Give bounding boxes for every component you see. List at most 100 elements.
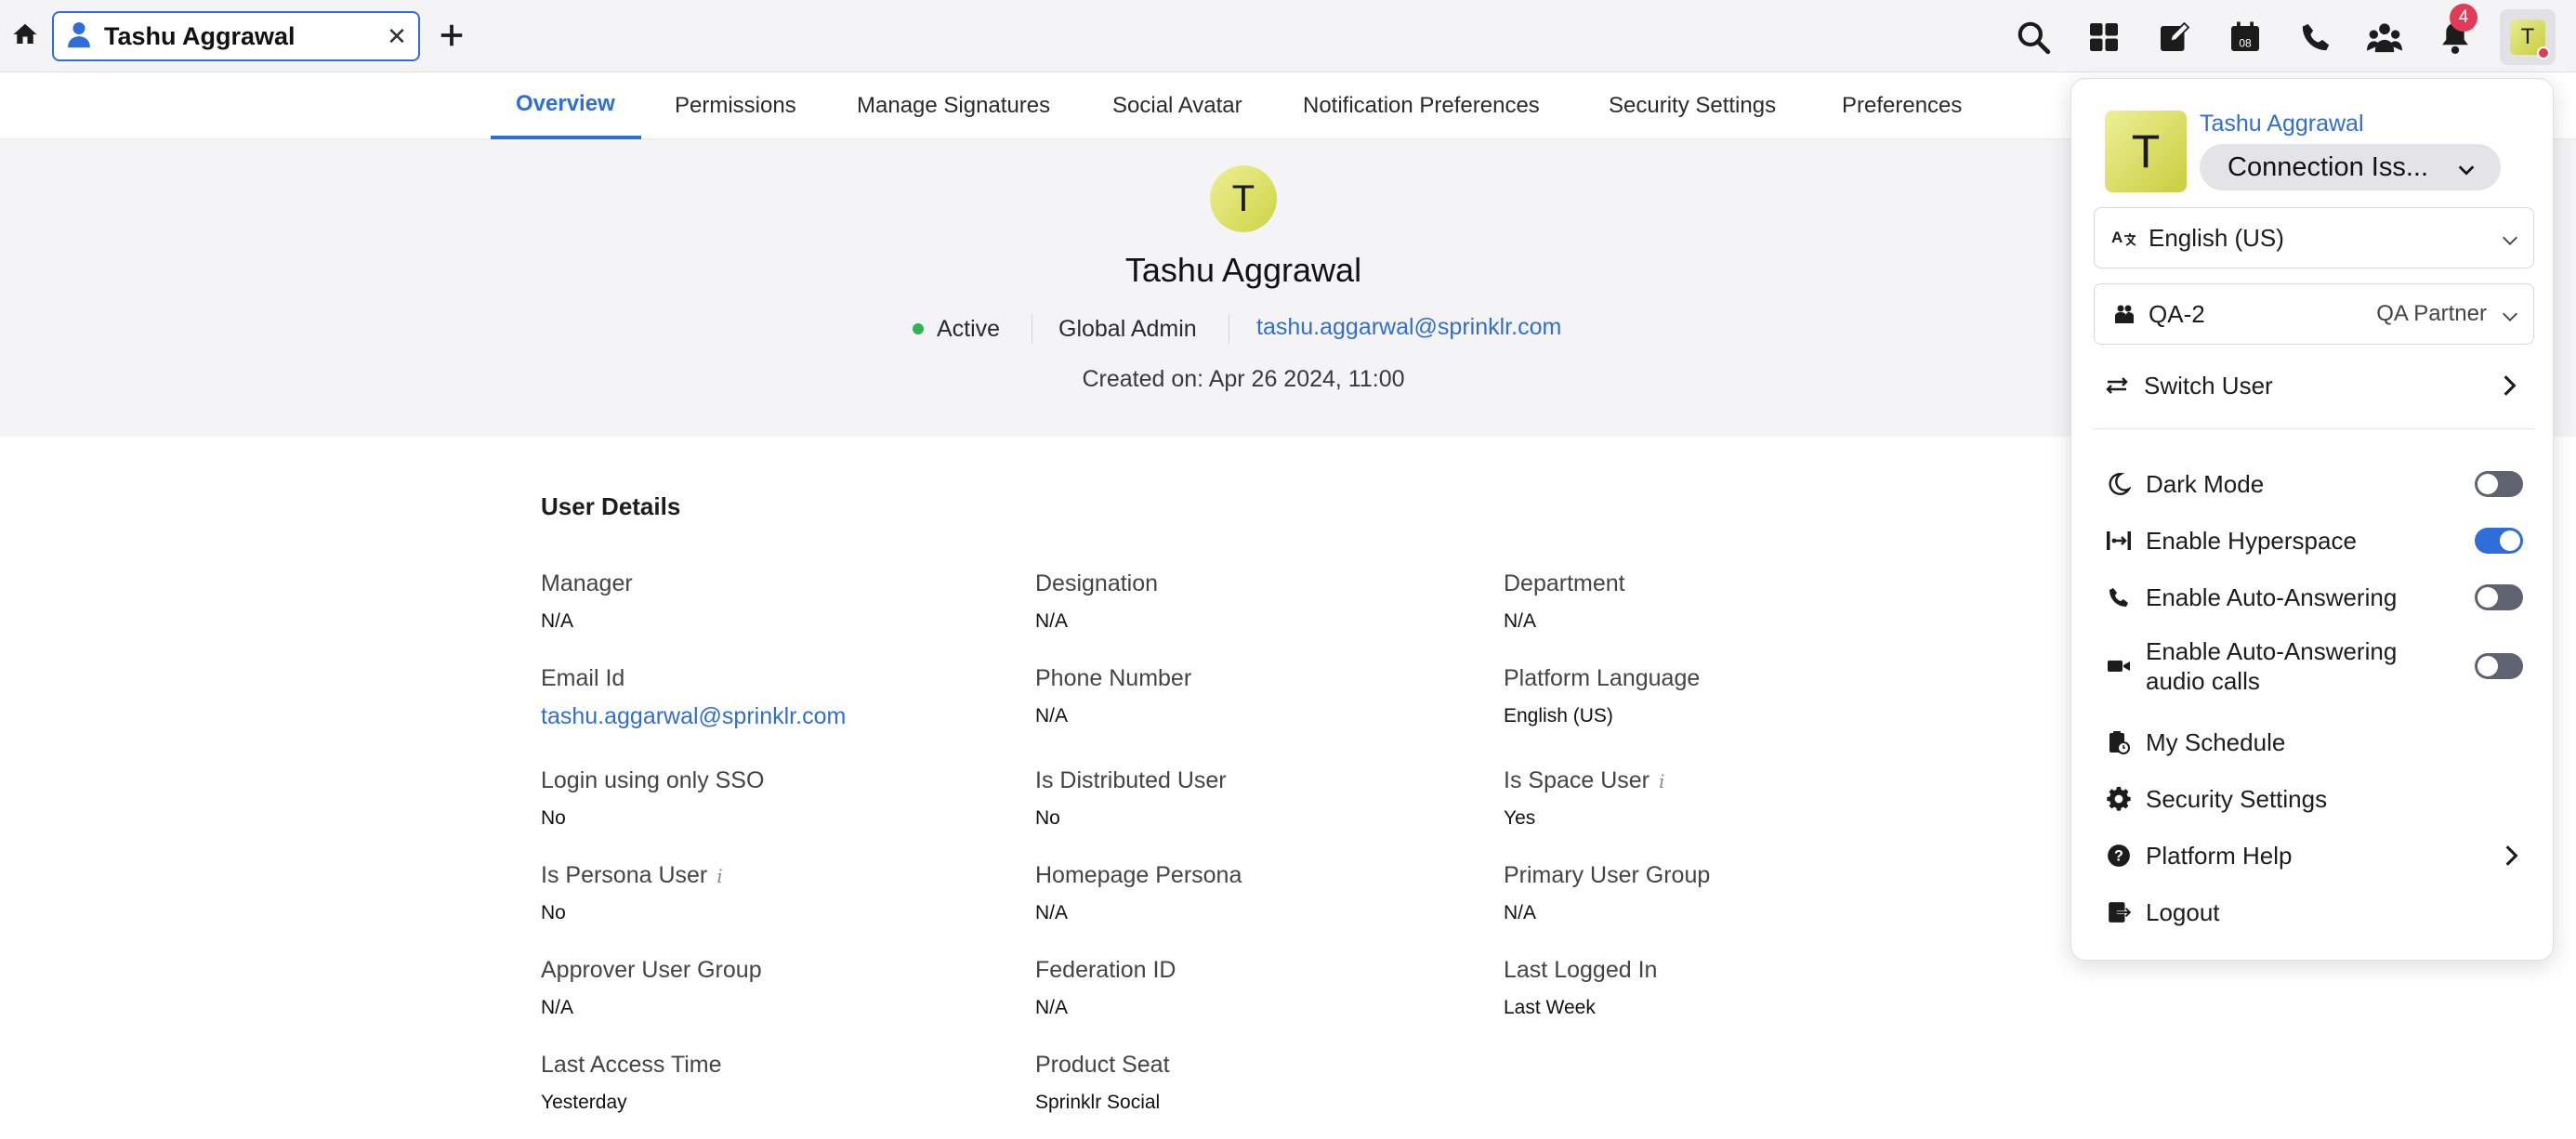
tab-label: Tashu Aggrawal: [104, 21, 296, 50]
status-label: Connection Iss...: [2228, 151, 2428, 182]
status-text: Active: [937, 315, 1001, 342]
auto-answering-audio-label: Enable Auto-Answering audio calls: [2146, 636, 2397, 696]
schedule-icon: [2105, 728, 2133, 756]
calendar-icon[interactable]: 08: [2225, 17, 2266, 58]
tab-security-settings[interactable]: Security Settings: [1609, 72, 1776, 139]
platform-help-item[interactable]: ? Platform Help: [2105, 835, 2523, 876]
switch-user-item[interactable]: Switch User: [2103, 365, 2521, 406]
chevron-right-icon: [2497, 373, 2521, 405]
switch-icon: [2103, 372, 2131, 399]
auto-answering-audio-item[interactable]: Enable Auto-Answering audio calls: [2105, 633, 2523, 700]
phone-icon: [2105, 583, 2133, 611]
field-department: Department N/A: [1504, 570, 1625, 633]
dark-mode-item[interactable]: Dark Mode: [2105, 464, 2523, 504]
auto-answering-audio-toggle[interactable]: [2475, 653, 2523, 679]
moon-icon: [2105, 470, 2133, 498]
workspace-select[interactable]: QA-2 QA Partner: [2094, 283, 2534, 345]
auto-answering-item[interactable]: Enable Auto-Answering: [2105, 577, 2523, 618]
translate-icon: A: [2111, 225, 2137, 251]
gear-icon: [2105, 785, 2133, 813]
video-camera-icon: [2105, 652, 2133, 680]
apps-grid-icon[interactable]: [2083, 17, 2124, 58]
chevron-down-icon: [2456, 157, 2477, 188]
my-schedule-label: My Schedule: [2146, 727, 2286, 756]
auto-answering-toggle[interactable]: [2475, 584, 2523, 610]
field-value: N/A: [1035, 997, 1069, 1018]
field-label-text: Is Space User: [1504, 767, 1650, 793]
language-select[interactable]: A English (US): [2094, 207, 2534, 268]
chevron-down-icon: [2500, 229, 2520, 257]
language-value: English (US): [2149, 223, 2284, 252]
field-persona-user: Is Persona User i No: [541, 862, 723, 924]
field-product-seat: Product Seat Sprinklr Social: [1035, 1052, 1170, 1114]
info-icon[interactable]: i: [1659, 770, 1664, 792]
hyperspace-item[interactable]: Enable Hyperspace: [2105, 520, 2523, 561]
logout-item[interactable]: Logout: [2105, 892, 2523, 933]
platform-help-label: Platform Help: [2146, 841, 2293, 870]
field-label: Department: [1504, 570, 1625, 596]
field-label: Approver User Group: [541, 957, 762, 983]
auto-answering-audio-line-1: Enable Auto-Answering: [2146, 637, 2398, 665]
field-label: Email Id: [541, 665, 625, 691]
field-label-text: Is Persona User: [541, 862, 708, 888]
status-dot: [913, 323, 924, 334]
workspace-value: QA-2: [2149, 299, 2205, 328]
field-value: Last Week: [1504, 997, 1596, 1018]
email-link[interactable]: tashu.aggarwal@sprinklr.com: [541, 703, 846, 730]
security-settings-item[interactable]: Security Settings: [2105, 779, 2523, 819]
field-platform-language: Platform Language English (US): [1504, 665, 1700, 727]
tab-manage-signatures[interactable]: Manage Signatures: [857, 72, 1050, 139]
field-designation: Designation N/A: [1035, 570, 1158, 633]
field-value: No: [1035, 807, 1060, 829]
close-icon[interactable]: ✕: [383, 22, 411, 50]
user-details-title: User Details: [541, 492, 681, 520]
notification-badge: 4: [2450, 4, 2477, 32]
info-icon[interactable]: i: [716, 865, 722, 887]
switch-user-label: Switch User: [2144, 371, 2273, 399]
menu-divider: [2094, 428, 2534, 429]
home-icon[interactable]: [9, 19, 41, 50]
my-schedule-item[interactable]: My Schedule: [2105, 722, 2523, 763]
email-link[interactable]: tashu.aggarwal@sprinklr.com: [1256, 310, 1561, 344]
tab-preferences[interactable]: Preferences: [1842, 72, 1962, 139]
field-value: N/A: [541, 997, 574, 1018]
status-badge: Active: [913, 312, 1000, 346]
tab-notification-preferences[interactable]: Notification Preferences: [1303, 72, 1540, 139]
team-icon[interactable]: [2364, 17, 2405, 58]
role-text: Global Admin: [1058, 315, 1197, 342]
field-label: Platform Language: [1504, 665, 1701, 691]
field-value: No: [541, 902, 566, 923]
field-value: No: [541, 807, 566, 829]
status-dropdown[interactable]: Connection Iss...: [2200, 144, 2501, 190]
field-federation-id: Federation ID N/A: [1035, 957, 1176, 1019]
tab-permissions[interactable]: Permissions: [675, 72, 796, 139]
phone-icon[interactable]: [2295, 17, 2336, 58]
svg-text:A: A: [2111, 229, 2123, 246]
field-approver-user-group: Approver User Group N/A: [541, 957, 762, 1019]
field-value: N/A: [1035, 902, 1069, 923]
tab-overview[interactable]: Overview: [491, 72, 641, 139]
field-homepage-persona: Homepage Persona N/A: [1035, 862, 1242, 924]
status-dot: [2537, 46, 2550, 59]
user-menu-dropdown: T Tashu Aggrawal Connection Iss... A Eng…: [2070, 78, 2554, 961]
field-value: English (US): [1504, 705, 1613, 727]
workspace-icon: [2111, 301, 2137, 327]
chevron-down-icon: [2500, 305, 2520, 334]
compose-icon[interactable]: [2154, 17, 2195, 58]
avatar: T: [1210, 165, 1277, 232]
field-label: Federation ID: [1035, 957, 1176, 983]
tab-social-avatar[interactable]: Social Avatar: [1112, 72, 1242, 139]
hyperspace-toggle[interactable]: [2475, 528, 2523, 554]
field-value: Sprinklr Social: [1035, 1092, 1161, 1113]
user-menu-button[interactable]: T: [2500, 9, 2556, 65]
menu-user-name[interactable]: Tashu Aggrawal: [2200, 111, 2364, 137]
workspace-role: QA Partner: [2376, 301, 2487, 326]
field-value: Yes: [1504, 807, 1536, 829]
field-label: Is Persona User i: [541, 862, 723, 889]
search-icon[interactable]: [2013, 17, 2054, 58]
field-phone-number: Phone Number N/A: [1035, 665, 1191, 727]
field-value: N/A: [1504, 902, 1537, 923]
dark-mode-toggle[interactable]: [2475, 471, 2523, 497]
tab-user-profile[interactable]: Tashu Aggrawal ✕: [52, 11, 420, 61]
plus-icon[interactable]: [433, 17, 470, 54]
